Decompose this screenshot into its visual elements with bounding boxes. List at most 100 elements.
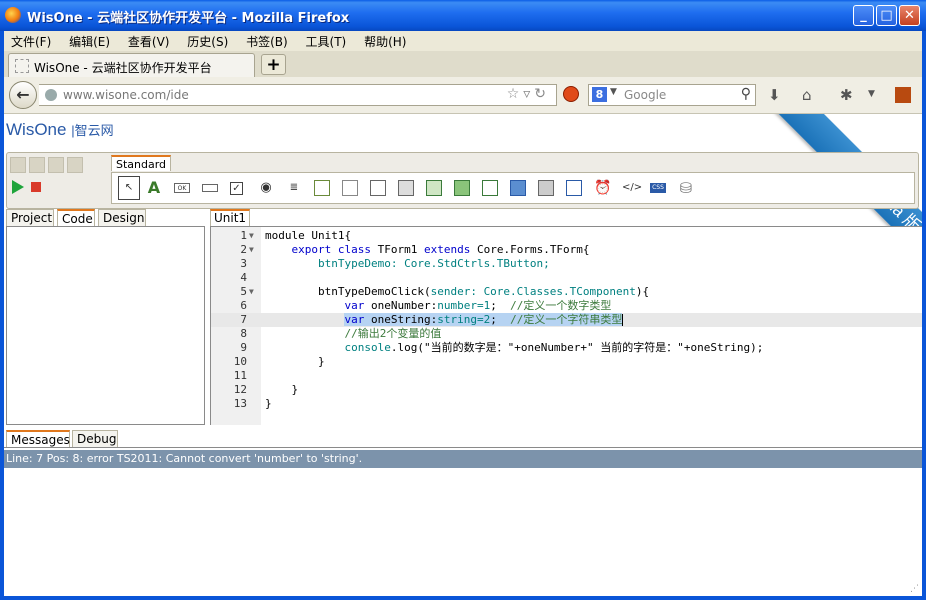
memo-icon[interactable]: ≣: [286, 180, 302, 196]
menu-tools[interactable]: 工具(T): [299, 31, 354, 50]
globe-icon: [45, 89, 57, 101]
addon-dropdown-icon[interactable]: ▼: [868, 89, 875, 99]
menu-help[interactable]: 帮助(H): [357, 31, 413, 50]
code-line: 4: [240, 271, 247, 284]
code-editor: Unit1 1 ▼ module Unit1{ 2 ▼ export class TF…: [210, 209, 922, 425]
code-line: 3 btnTypeDemo: Core.StdCtrls.TButton;: [240, 257, 550, 270]
menu-bar: 文件(F) 编辑(E) 查看(V) 历史(S) 书签(B) 工具(T) 帮助(H…: [4, 31, 922, 51]
label-icon[interactable]: A: [146, 180, 162, 196]
menu-file[interactable]: 文件(F): [4, 31, 58, 50]
pointer-icon[interactable]: ↖: [118, 176, 140, 200]
web-page: WisOne |智云网 Pre-Alpha 版本 Standard ↖ A OK…: [4, 114, 922, 596]
code-line: 10 }: [233, 355, 325, 368]
tabs-icon[interactable]: [538, 180, 554, 196]
run-icon[interactable]: [12, 180, 24, 194]
code-line: 12 }: [233, 383, 299, 396]
left-panel: Project Code Design: [6, 209, 205, 425]
frame-icon[interactable]: [482, 180, 498, 196]
back-button[interactable]: ←: [9, 81, 37, 109]
search-placeholder: Google: [624, 88, 667, 102]
google-icon[interactable]: 8: [592, 87, 607, 102]
timer-icon[interactable]: ⏰: [594, 180, 611, 196]
browser-tab[interactable]: WisOne - 云端社区协作开发平台: [8, 53, 255, 77]
open-file-icon[interactable]: [29, 157, 45, 173]
toolbox-panel: Standard ↖ A OK ✓ ◉ ≣ ⏰ </> CSS ⛁: [6, 152, 919, 209]
checkbox-icon[interactable]: ✓: [230, 182, 243, 195]
bottom-panel: Messages Debug Line: 7 Pos: 8: error TS2…: [4, 430, 922, 596]
menu-bookmarks[interactable]: 书签(B): [239, 31, 295, 50]
resize-grip-icon[interactable]: ⋰: [910, 584, 920, 594]
url-text: www.wisone.com/ide: [63, 88, 189, 102]
bookmark-star-icon[interactable]: ☆▿↻: [507, 86, 550, 102]
code-line: 5 ▼ btnTypeDemoClick(sender: Core.Classes…: [240, 285, 650, 298]
firefox-window: WisOne - 云端社区协作开发平台 - Mozilla Firefox _ …: [0, 0, 926, 600]
browser-tab-label: WisOne - 云端社区协作开发平台: [34, 61, 212, 75]
close-button[interactable]: ✕: [899, 5, 920, 26]
groupbox-icon[interactable]: [398, 180, 414, 196]
css-icon[interactable]: CSS: [650, 183, 666, 193]
firefox-icon: [5, 7, 21, 23]
noscript-icon[interactable]: [563, 86, 579, 102]
window-title: WisOne - 云端社区协作开发平台 - Mozilla Firefox: [27, 11, 350, 26]
error-message[interactable]: Line: 7 Pos: 8: error TS2011: Cannot con…: [4, 450, 922, 468]
tab-messages[interactable]: Messages: [6, 430, 70, 447]
tab-project[interactable]: Project: [6, 209, 54, 226]
code-line: 11: [233, 369, 247, 382]
listview-icon[interactable]: [566, 180, 582, 196]
tab-strip: WisOne - 云端社区协作开发平台 +: [4, 51, 922, 78]
database-icon[interactable]: ⛁: [678, 180, 694, 196]
maximize-button[interactable]: □: [876, 5, 897, 26]
navigation-bar: ← www.wisone.com/ide ☆▿↻ 8 ▼ Google ⚲ ⬇ …: [4, 77, 922, 114]
listbox-icon[interactable]: [314, 180, 330, 196]
tab-standard[interactable]: Standard: [111, 155, 171, 171]
search-engine-dropdown-icon[interactable]: ▼: [610, 87, 617, 97]
save-all-icon[interactable]: [67, 157, 83, 173]
fold-icon: ▼: [249, 231, 254, 240]
tab-debug[interactable]: Debug: [72, 430, 118, 447]
textbox-icon[interactable]: [202, 184, 218, 192]
menu-history[interactable]: 历史(S): [180, 31, 235, 50]
search-box[interactable]: 8 ▼ Google ⚲: [588, 84, 756, 106]
code-line: 6 var oneNumber:number=1; //定义一个数字类型: [240, 299, 612, 312]
code-line: 1 ▼ module Unit1{: [240, 229, 352, 242]
panel-icon[interactable]: [370, 180, 386, 196]
download-icon[interactable]: ⬇: [768, 86, 781, 104]
firebug-icon[interactable]: [895, 87, 911, 103]
new-file-icon[interactable]: [10, 157, 26, 173]
combobox-icon[interactable]: [342, 180, 358, 196]
code-line: 2 ▼ export class TForm1 extends Core.Form…: [240, 243, 590, 256]
url-bar[interactable]: www.wisone.com/ide ☆▿↻: [39, 84, 557, 106]
site-logo[interactable]: WisOne |智云网: [6, 120, 114, 140]
search-icon[interactable]: ⚲: [741, 86, 751, 102]
home-icon[interactable]: ⌂: [802, 86, 812, 104]
tab-design[interactable]: Design: [98, 209, 146, 226]
code-line: 9 console.log("当前的数字是："+oneNumber+" 当前的字…: [240, 341, 764, 354]
title-bar: WisOne - 云端社区协作开发平台 - Mozilla Firefox _ …: [0, 0, 926, 31]
html-icon[interactable]: </>: [622, 180, 642, 196]
addon-bug-icon[interactable]: ✱: [840, 86, 853, 104]
menu-view[interactable]: 查看(V): [121, 31, 177, 50]
code-line: 8 //输出2个变量的值: [240, 327, 442, 340]
project-tree[interactable]: [6, 226, 205, 425]
tab-unit1[interactable]: Unit1: [210, 209, 250, 226]
menu-edit[interactable]: 编辑(E): [62, 31, 117, 50]
grid-icon[interactable]: [426, 180, 442, 196]
fold-icon: ▼: [249, 287, 254, 296]
logo-cn-text: |智云网: [71, 123, 114, 138]
stop-icon[interactable]: [31, 182, 41, 192]
image-icon[interactable]: [454, 180, 470, 196]
page-favicon-icon: [15, 59, 29, 73]
editor-body[interactable]: 1 ▼ module Unit1{ 2 ▼ export class TForm1 e…: [210, 226, 922, 425]
fold-icon: ▼: [249, 245, 254, 254]
code-line-current: 7 var oneString:string=2; //定义一个字符串类型: [211, 313, 922, 327]
file-buttons: [10, 157, 86, 176]
save-icon[interactable]: [48, 157, 64, 173]
code-area[interactable]: 1 ▼ module Unit1{ 2 ▼ export class TForm1 e…: [211, 229, 922, 411]
radio-icon[interactable]: ◉: [258, 180, 274, 196]
window-frame-bottom: [0, 596, 926, 600]
tab-code[interactable]: Code: [57, 209, 95, 226]
button-icon[interactable]: OK: [174, 183, 190, 193]
minimize-button[interactable]: _: [853, 5, 874, 26]
new-tab-button[interactable]: +: [261, 54, 286, 75]
window-icon[interactable]: [510, 180, 526, 196]
